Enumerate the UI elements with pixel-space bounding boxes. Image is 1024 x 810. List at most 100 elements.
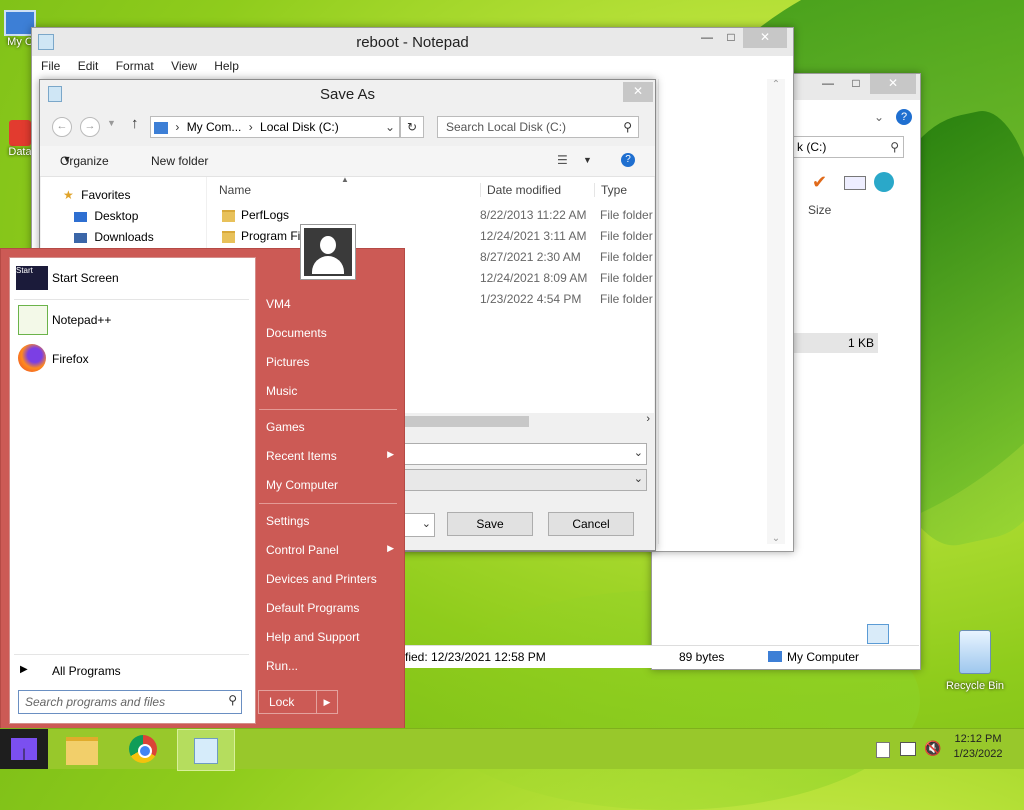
nav-item-favorites[interactable]: ★ Favorites [63, 188, 130, 202]
maximize-button[interactable]: □ [719, 28, 743, 48]
save-as-titlebar: Save As ✕ [40, 80, 655, 108]
recent-locations-icon[interactable]: ▼ [107, 118, 116, 128]
back-button[interactable]: ← [52, 117, 72, 137]
menu-file[interactable]: File [34, 56, 67, 76]
games-link[interactable]: Games [266, 420, 305, 434]
file-row[interactable]: Program Fil 12/24/2021 3:11 AM File fold… [207, 229, 654, 250]
clock-date: 1/23/2022 [953, 748, 1003, 760]
toolbar-icons: ✔ [792, 172, 912, 194]
scroll-right-icon[interactable]: › [646, 413, 650, 425]
text-area[interactable] [658, 79, 781, 544]
email-icon [844, 176, 866, 190]
close-button[interactable]: ✕ [870, 74, 916, 94]
clock[interactable]: 12:12 PM 1/23/2022 [948, 733, 1008, 760]
desktop-icon [74, 211, 87, 222]
explorer-status-bar: fied: 12/23/2021 12:58 PM 89 bytes My Co… [403, 645, 919, 668]
refresh-button[interactable]: ↻ [400, 116, 424, 138]
separator [14, 654, 249, 655]
view-dropdown-icon[interactable]: ▼ [583, 155, 592, 165]
column-header-type[interactable]: Type [594, 183, 627, 197]
close-button[interactable]: ✕ [743, 28, 787, 48]
file-size-cell: 1 KB [792, 333, 878, 353]
search-icon: ⚲ [890, 140, 899, 154]
help-support-link[interactable]: Help and Support [266, 630, 359, 644]
minimize-button[interactable]: — [695, 28, 719, 48]
column-header-size[interactable]: Size [808, 203, 831, 217]
volume-muted-icon[interactable]: 🔇 [924, 740, 941, 757]
user-link[interactable]: VM4 [266, 297, 291, 311]
help-icon[interactable]: ? [621, 153, 635, 167]
computer-icon [154, 121, 168, 134]
control-panel-link[interactable]: Control Panel ▶ [266, 543, 394, 557]
notepad-icon [194, 738, 218, 764]
minimize-button[interactable]: — [816, 74, 840, 94]
network-icon[interactable] [900, 742, 916, 756]
settings-link[interactable]: Settings [266, 514, 309, 528]
help-icon[interactable]: ? [896, 109, 912, 125]
search-icon: ⚲ [623, 120, 632, 134]
menu-edit[interactable]: Edit [71, 56, 106, 76]
nav-item-desktop[interactable]: Desktop [74, 209, 138, 223]
start-button[interactable] [0, 729, 48, 769]
taskbar-chrome[interactable] [116, 729, 172, 769]
lock-button[interactable]: Lock ▶ [258, 690, 338, 714]
menu-format[interactable]: Format [109, 56, 161, 76]
status-size: 89 bytes [679, 650, 725, 664]
up-button[interactable]: ↑ [131, 115, 139, 132]
my-computer-link[interactable]: My Computer [266, 478, 338, 492]
save-button[interactable]: Save [447, 512, 533, 536]
breadcrumb-local-disk[interactable]: Local Disk (C:) [260, 120, 339, 134]
user-avatar[interactable] [300, 224, 356, 280]
menu-view[interactable]: View [164, 56, 204, 76]
close-button[interactable]: ✕ [623, 82, 653, 102]
chevron-down-icon[interactable]: ⌄ [385, 117, 395, 137]
scroll-up-icon[interactable]: ⌃ [767, 79, 785, 90]
check-icon: ✔ [812, 172, 828, 192]
forward-button[interactable]: → [80, 117, 100, 137]
submenu-arrow-icon: ▶ [387, 449, 394, 459]
devices-printers-link[interactable]: Devices and Printers [266, 572, 377, 586]
computer-icon [768, 651, 782, 662]
view-options-icon[interactable]: ☰ [557, 153, 568, 167]
maximize-button[interactable]: □ [844, 74, 868, 94]
default-programs-link[interactable]: Default Programs [266, 601, 359, 615]
view-details-button[interactable] [867, 624, 889, 644]
taskbar [0, 728, 1024, 771]
scrollbar-thumb[interactable] [387, 416, 529, 427]
cancel-button[interactable]: Cancel [548, 512, 634, 536]
taskbar-notepad[interactable] [177, 729, 235, 771]
column-header-name[interactable]: Name [219, 183, 251, 197]
folder-icon [222, 230, 235, 243]
breadcrumb-chevron-icon: › [175, 120, 180, 134]
recent-items-link[interactable]: Recent Items ▶ [266, 449, 394, 463]
documents-link[interactable]: Documents [266, 326, 327, 340]
menu-help[interactable]: Help [207, 56, 246, 76]
chevron-down-icon[interactable]: ⌄ [874, 110, 884, 124]
desktop-icon-recycle-bin[interactable]: Recycle Bin [940, 630, 1010, 692]
start-search-box[interactable]: Search programs and files ⚲ [18, 690, 242, 714]
breadcrumb-computer[interactable]: My Com... [187, 120, 242, 134]
recycle-bin-icon [959, 630, 991, 674]
menu-bar: File Edit Format View Help [34, 56, 246, 78]
vertical-scrollbar[interactable]: ⌃ ⌄ [767, 79, 785, 544]
music-link[interactable]: Music [266, 384, 297, 398]
folder-icon [222, 209, 235, 222]
run-link[interactable]: Run... [266, 659, 298, 673]
nav-item-downloads[interactable]: Downloads [74, 230, 154, 244]
address-bar[interactable]: › My Com... › Local Disk (C:) ⌄ [150, 116, 400, 138]
search-box[interactable]: Search Local Disk (C:) ⚲ [437, 116, 639, 138]
explorer-search-box[interactable]: k (C:) ⚲ [792, 136, 904, 158]
pictures-link[interactable]: Pictures [266, 355, 309, 369]
new-folder-button[interactable]: New folder [151, 154, 208, 168]
file-row[interactable]: PerfLogs 8/22/2013 11:22 AM File folder [207, 208, 654, 229]
action-center-icon[interactable] [876, 742, 890, 758]
scroll-down-icon[interactable]: ⌄ [767, 533, 785, 544]
user-silhouette-icon [304, 228, 352, 276]
lock-options-icon[interactable]: ▶ [316, 691, 337, 713]
taskbar-file-explorer[interactable] [54, 729, 110, 769]
breadcrumb-chevron-icon: › [248, 120, 253, 134]
column-header-date[interactable]: Date modified [480, 183, 561, 197]
dialog-title: Save As [319, 86, 376, 103]
view-tiles-button[interactable] [891, 624, 911, 642]
start-menu-programs-pane: Start Start Screen Notepad++ Firefox ▶ A… [9, 257, 256, 724]
